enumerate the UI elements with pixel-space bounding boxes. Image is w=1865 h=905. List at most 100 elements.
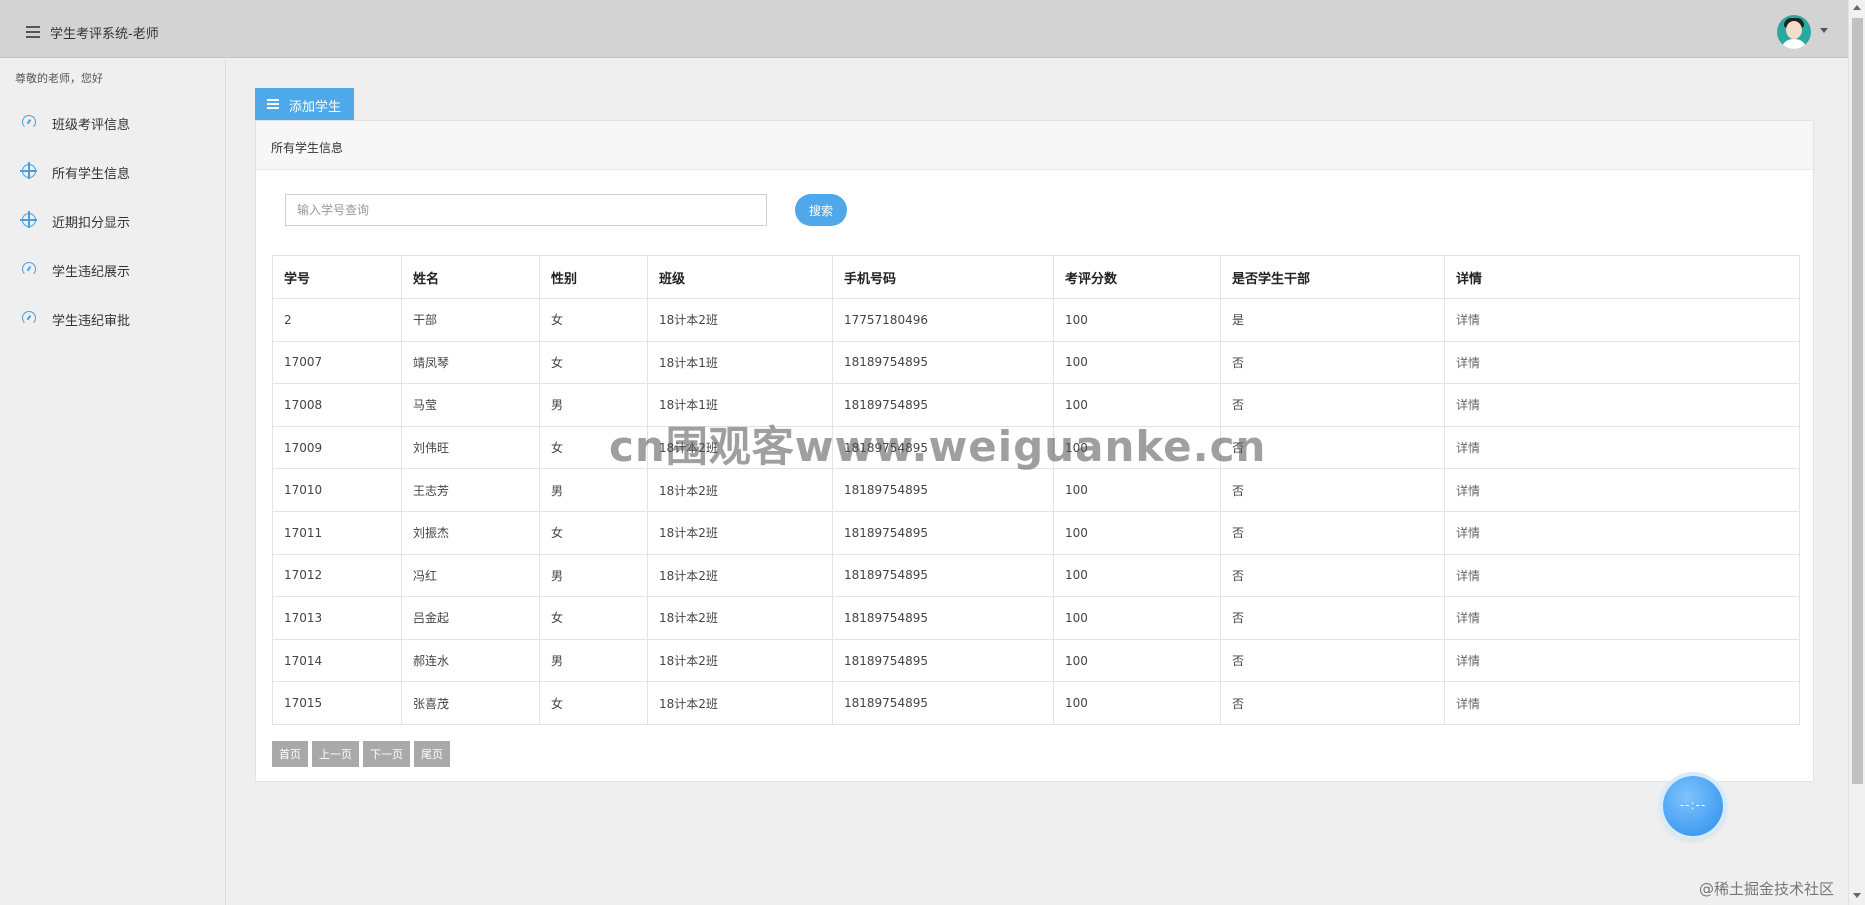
search-button[interactable]: 搜索 — [795, 194, 847, 226]
floating-widget-label: --:-- — [1679, 798, 1707, 812]
sidebar-item-label: 学生违纪审批 — [52, 314, 131, 329]
column-header-gender[interactable]: 性别 — [539, 255, 648, 299]
sidebar-item-violations-display[interactable]: 学生违纪展示 — [0, 249, 225, 289]
first-page-button[interactable]: 首页 — [272, 741, 308, 767]
cell-gender: 女 — [539, 298, 648, 342]
column-header-name[interactable]: 姓名 — [401, 255, 540, 299]
sidebar-item-label: 学生违纪展示 — [52, 265, 131, 280]
cell-details[interactable]: 详情 — [1444, 340, 1800, 385]
sidebar-item-class-evaluation[interactable]: 班级考评信息 — [0, 102, 225, 142]
cell-student-id: 17010 — [272, 468, 402, 512]
last-page-button[interactable]: 尾页 — [414, 741, 450, 767]
gauge-icon — [22, 311, 36, 325]
sidebar-item-violations-approval[interactable]: 学生违纪审批 — [0, 298, 225, 338]
cell-details[interactable]: 详情 — [1444, 468, 1800, 512]
cell-gender: 男 — [539, 553, 648, 598]
panel-title: 所有学生信息 — [271, 141, 344, 155]
chevron-down-icon[interactable] — [1820, 28, 1828, 33]
cell-details[interactable]: 详情 — [1444, 638, 1800, 683]
cell-name: 张喜茂 — [401, 681, 540, 725]
greeting-text: 尊敬的老师，您好 — [15, 72, 103, 85]
cell-class: 18计本2班 — [647, 681, 833, 725]
cell-gender: 男 — [539, 468, 648, 512]
cell-phone: 18189754895 — [832, 638, 1054, 683]
cell-phone: 18189754895 — [832, 510, 1054, 555]
cell-score: 100 — [1053, 340, 1221, 385]
cell-class: 18计本2班 — [647, 468, 833, 512]
scrollbar-thumb[interactable] — [1852, 18, 1863, 784]
cell-gender: 女 — [539, 510, 648, 555]
scroll-down-icon[interactable] — [1853, 893, 1861, 898]
cell-student-id: 17015 — [272, 681, 402, 725]
cell-score: 100 — [1053, 638, 1221, 683]
cell-details[interactable]: 详情 — [1444, 596, 1800, 640]
cell-details[interactable]: 详情 — [1444, 553, 1800, 598]
cell-name: 吕金起 — [401, 596, 540, 640]
cell-gender: 男 — [539, 638, 648, 683]
sidebar-item-label: 所有学生信息 — [52, 167, 131, 182]
column-header-student-id[interactable]: 学号 — [272, 255, 402, 299]
cell-is-cadre: 否 — [1220, 596, 1445, 640]
cell-student-id: 17007 — [272, 340, 402, 385]
page-scrollbar[interactable] — [1848, 0, 1865, 905]
sidebar-item-label: 班级考评信息 — [52, 118, 131, 133]
column-header-class[interactable]: 班级 — [647, 255, 833, 299]
cell-details[interactable]: 详情 — [1444, 510, 1800, 555]
app-title: 学生考评系统-老师 — [50, 27, 159, 42]
hamburger-menu-icon[interactable] — [26, 26, 40, 38]
cell-name: 刘伟旺 — [401, 425, 540, 470]
add-student-button[interactable]: 添加学生 — [255, 88, 354, 120]
crosshair-icon — [20, 211, 37, 228]
table-row: 17014 郝连水男 18计本2班 18189754895 100 否详情 — [272, 638, 1800, 683]
list-icon — [267, 99, 279, 110]
column-header-details[interactable]: 详情 — [1444, 255, 1800, 299]
cell-gender: 女 — [539, 596, 648, 640]
column-header-phone[interactable]: 手机号码 — [832, 255, 1054, 299]
floating-clock-widget[interactable]: --:-- — [1663, 776, 1723, 836]
cell-name: 干部 — [401, 298, 540, 342]
cell-details[interactable]: 详情 — [1444, 681, 1800, 725]
gauge-icon — [22, 262, 36, 276]
cell-name: 靖凤琴 — [401, 340, 540, 385]
cell-details[interactable]: 详情 — [1444, 383, 1800, 427]
cell-details[interactable]: 详情 — [1444, 298, 1800, 342]
prev-page-button[interactable]: 上一页 — [312, 741, 359, 767]
sidebar-item-all-students[interactable]: 所有学生信息 — [0, 151, 225, 191]
cell-phone: 18189754895 — [832, 468, 1054, 512]
table-row: 17013 吕金起女 18计本2班 18189754895 100 否详情 — [272, 596, 1800, 640]
watermark-text: cn围观客www.weiguanke.cn — [609, 422, 1267, 471]
cell-score: 100 — [1053, 596, 1221, 640]
column-header-is-cadre[interactable]: 是否学生干部 — [1220, 255, 1445, 299]
pagination: 首页 上一页 下一页 尾页 — [272, 741, 454, 767]
top-bar: 学生考评系统-老师 — [0, 0, 1848, 58]
cell-class: 18计本2班 — [647, 553, 833, 598]
cell-class: 18计本2班 — [647, 510, 833, 555]
column-header-score[interactable]: 考评分数 — [1053, 255, 1221, 299]
cell-score: 100 — [1053, 553, 1221, 598]
cell-class: 18计本1班 — [647, 340, 833, 385]
student-id-search-input[interactable] — [285, 194, 767, 226]
cell-score: 100 — [1053, 681, 1221, 725]
table-row: 2 干部女 18计本2班 17757180496 100 是详情 — [272, 298, 1800, 342]
cell-name: 刘振杰 — [401, 510, 540, 555]
cell-is-cadre: 否 — [1220, 510, 1445, 555]
scroll-up-icon[interactable] — [1853, 5, 1861, 10]
cell-is-cadre: 否 — [1220, 468, 1445, 512]
cell-score: 100 — [1053, 510, 1221, 555]
user-avatar[interactable] — [1777, 15, 1811, 49]
table-header-row: 学号 姓名 性别 班级 手机号码 考评分数 是否学生干部 详情 — [272, 255, 1800, 299]
cell-phone: 17757180496 — [832, 298, 1054, 342]
next-page-button[interactable]: 下一页 — [363, 741, 410, 767]
cell-gender: 女 — [539, 340, 648, 385]
cell-phone: 18189754895 — [832, 596, 1054, 640]
students-table: 学号 姓名 性别 班级 手机号码 考评分数 是否学生干部 详情 2 干部女 18计本… — [272, 255, 1800, 725]
cell-name: 冯红 — [401, 553, 540, 598]
table-row: 17011 刘振杰女 18计本2班 18189754895 100 否详情 — [272, 510, 1800, 555]
cell-details[interactable]: 详情 — [1444, 425, 1800, 470]
cell-is-cadre: 否 — [1220, 340, 1445, 385]
cell-student-id: 17009 — [272, 425, 402, 470]
sidebar-item-recent-deductions[interactable]: 近期扣分显示 — [0, 200, 225, 240]
cell-student-id: 17008 — [272, 383, 402, 427]
panel-header: 所有学生信息 — [256, 121, 1813, 170]
cell-phone: 18189754895 — [832, 681, 1054, 725]
